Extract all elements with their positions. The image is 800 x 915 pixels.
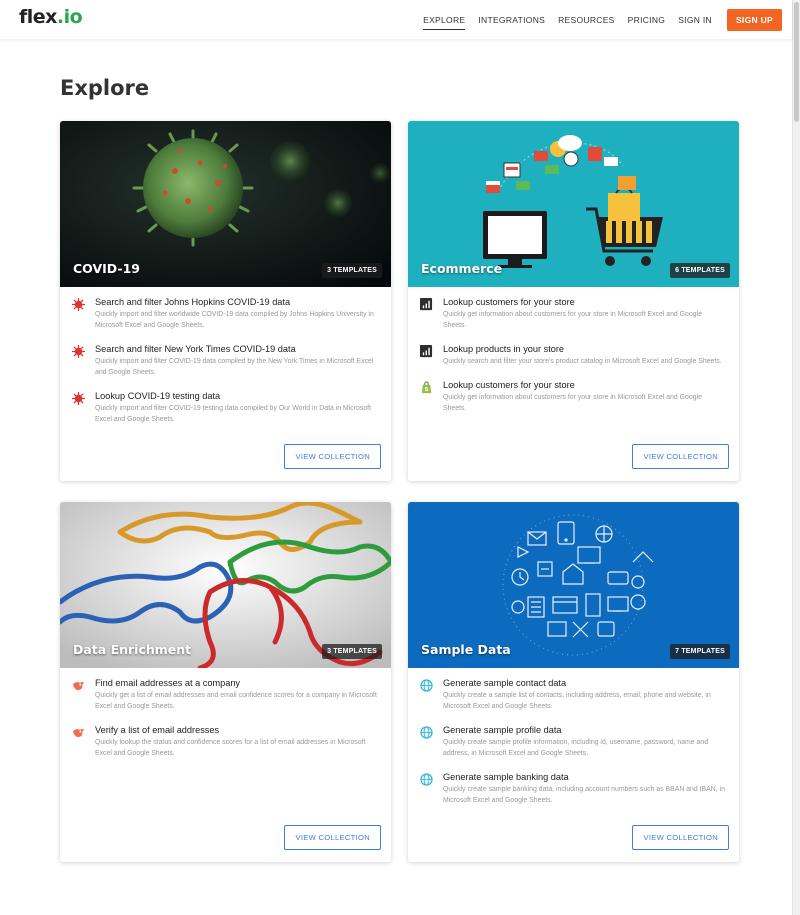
templates-count-badge: 3 TEMPLATES bbox=[322, 263, 382, 278]
template-item[interactable]: Verify a list of email addresses Quickly… bbox=[72, 725, 379, 759]
chart-icon bbox=[420, 298, 433, 311]
templates-count-badge: 7 TEMPLATES bbox=[670, 644, 730, 659]
scrollbar[interactable] bbox=[792, 0, 800, 915]
template-title: Generate sample banking data bbox=[443, 772, 569, 782]
main-nav: EXPLORE INTEGRATIONS RESOURCES PRICING S… bbox=[423, 9, 782, 31]
card-title: Data Enrichment bbox=[73, 642, 192, 657]
template-title: Verify a list of email addresses bbox=[95, 725, 220, 735]
card-hero[interactable]: Sample Data 7 TEMPLATES bbox=[408, 502, 739, 668]
svg-text:S: S bbox=[424, 387, 428, 393]
shopify-icon: S bbox=[421, 381, 432, 393]
template-item[interactable]: Lookup customers for your store Quickly … bbox=[420, 297, 727, 331]
template-title: Generate sample contact data bbox=[443, 678, 567, 688]
hunter-icon bbox=[72, 681, 85, 691]
nav-explore[interactable]: EXPLORE bbox=[423, 11, 466, 30]
template-title: Lookup customers for your store bbox=[443, 297, 575, 307]
page-title: Explore bbox=[60, 76, 150, 100]
logo-accent: .io bbox=[56, 6, 83, 28]
template-description: Quickly import and filter COVID-19 testi… bbox=[95, 405, 371, 423]
template-title: Generate sample profile data bbox=[443, 725, 562, 735]
template-description: Quickly create sample banking data, incl… bbox=[443, 786, 725, 804]
view-collection-button[interactable]: VIEW COLLECTION bbox=[632, 825, 729, 850]
template-description: Quickly search and filter your store's p… bbox=[443, 358, 722, 365]
collection-card-sample-data: Sample Data 7 TEMPLATES Generate sample … bbox=[408, 502, 739, 862]
hunter-icon bbox=[72, 728, 85, 738]
template-list: Search and filter Johns Hopkins COVID-19… bbox=[60, 287, 391, 425]
template-list: Find email addresses at a company Quickl… bbox=[60, 668, 391, 759]
collection-card-data-enrichment: Data Enrichment 3 TEMPLATES Find email a… bbox=[60, 502, 391, 862]
card-hero[interactable]: Data Enrichment 3 TEMPLATES bbox=[60, 502, 391, 668]
card-hero[interactable]: COVID-19 3 TEMPLATES bbox=[60, 121, 391, 287]
template-item[interactable]: Generate sample profile data Quickly cre… bbox=[420, 725, 727, 759]
card-title: COVID-19 bbox=[73, 261, 140, 276]
nav-sign-in[interactable]: SIGN IN bbox=[678, 11, 712, 29]
view-collection-button[interactable]: VIEW COLLECTION bbox=[284, 444, 381, 469]
template-description: Quickly create a sample list of contacts… bbox=[443, 692, 711, 710]
templates-count-badge: 3 TEMPLATES bbox=[322, 644, 382, 659]
template-description: Quickly get information about customers … bbox=[443, 311, 702, 329]
scrollbar-thumb[interactable] bbox=[794, 2, 799, 122]
globe-icon bbox=[420, 726, 433, 739]
template-item[interactable]: Search and filter Johns Hopkins COVID-19… bbox=[72, 297, 379, 331]
template-title: Find email addresses at a company bbox=[95, 678, 241, 688]
template-title: Lookup customers for your store bbox=[443, 380, 575, 390]
chart-icon bbox=[420, 345, 433, 358]
template-item[interactable]: Generate sample banking data Quickly cre… bbox=[420, 772, 727, 806]
card-title: Sample Data bbox=[421, 642, 511, 657]
card-title: Ecommerce bbox=[421, 261, 503, 276]
view-collection-button[interactable]: VIEW COLLECTION bbox=[284, 825, 381, 850]
top-nav: flex.io EXPLORE INTEGRATIONS RESOURCES P… bbox=[0, 0, 792, 39]
template-list: Generate sample contact data Quickly cre… bbox=[408, 668, 739, 806]
template-item[interactable]: Generate sample contact data Quickly cre… bbox=[420, 678, 727, 712]
template-title: Search and filter Johns Hopkins COVID-19… bbox=[95, 297, 291, 307]
card-hero[interactable]: Ecommerce 6 TEMPLATES bbox=[408, 121, 739, 287]
virus-icon bbox=[72, 392, 85, 405]
template-description: Quickly get information about customers … bbox=[443, 394, 702, 412]
collection-card-ecommerce: Ecommerce 6 TEMPLATES Lookup customers f… bbox=[408, 121, 739, 481]
flexio-logo[interactable]: flex.io bbox=[19, 6, 83, 28]
template-item[interactable]: S Lookup customers for your store Quickl… bbox=[420, 380, 727, 414]
sign-up-button[interactable]: SIGN UP bbox=[726, 9, 782, 31]
template-description: Quickly create sample profile informatio… bbox=[443, 739, 709, 757]
template-item[interactable]: Search and filter New York Times COVID-1… bbox=[72, 344, 379, 378]
view-collection-button[interactable]: VIEW COLLECTION bbox=[632, 444, 729, 469]
globe-icon bbox=[420, 773, 433, 786]
virus-icon bbox=[72, 298, 85, 311]
template-title: Search and filter New York Times COVID-1… bbox=[95, 344, 296, 354]
template-description: Quickly get a list of email addresses an… bbox=[95, 692, 377, 710]
template-description: Quickly lookup the status and confidence… bbox=[95, 739, 366, 757]
template-item[interactable]: Lookup products in your store Quickly se… bbox=[420, 344, 727, 367]
template-title: Lookup products in your store bbox=[443, 344, 565, 354]
template-list: Lookup customers for your store Quickly … bbox=[408, 287, 739, 414]
template-item[interactable]: Lookup COVID-19 testing data Quickly imp… bbox=[72, 391, 379, 425]
nav-pricing[interactable]: PRICING bbox=[628, 11, 666, 29]
nav-integrations[interactable]: INTEGRATIONS bbox=[478, 11, 545, 29]
template-title: Lookup COVID-19 testing data bbox=[95, 391, 221, 401]
templates-count-badge: 6 TEMPLATES bbox=[670, 263, 730, 278]
template-item[interactable]: Find email addresses at a company Quickl… bbox=[72, 678, 379, 712]
virus-icon bbox=[72, 345, 85, 358]
nav-resources[interactable]: RESOURCES bbox=[558, 11, 615, 29]
logo-text: flex bbox=[19, 6, 57, 28]
globe-icon bbox=[420, 679, 433, 692]
collection-card-covid: COVID-19 3 TEMPLATES Search and filter J… bbox=[60, 121, 391, 481]
template-description: Quickly import and filter COVID-19 data … bbox=[95, 358, 374, 376]
template-description: Quickly import and filter worldwide COVI… bbox=[95, 311, 374, 329]
